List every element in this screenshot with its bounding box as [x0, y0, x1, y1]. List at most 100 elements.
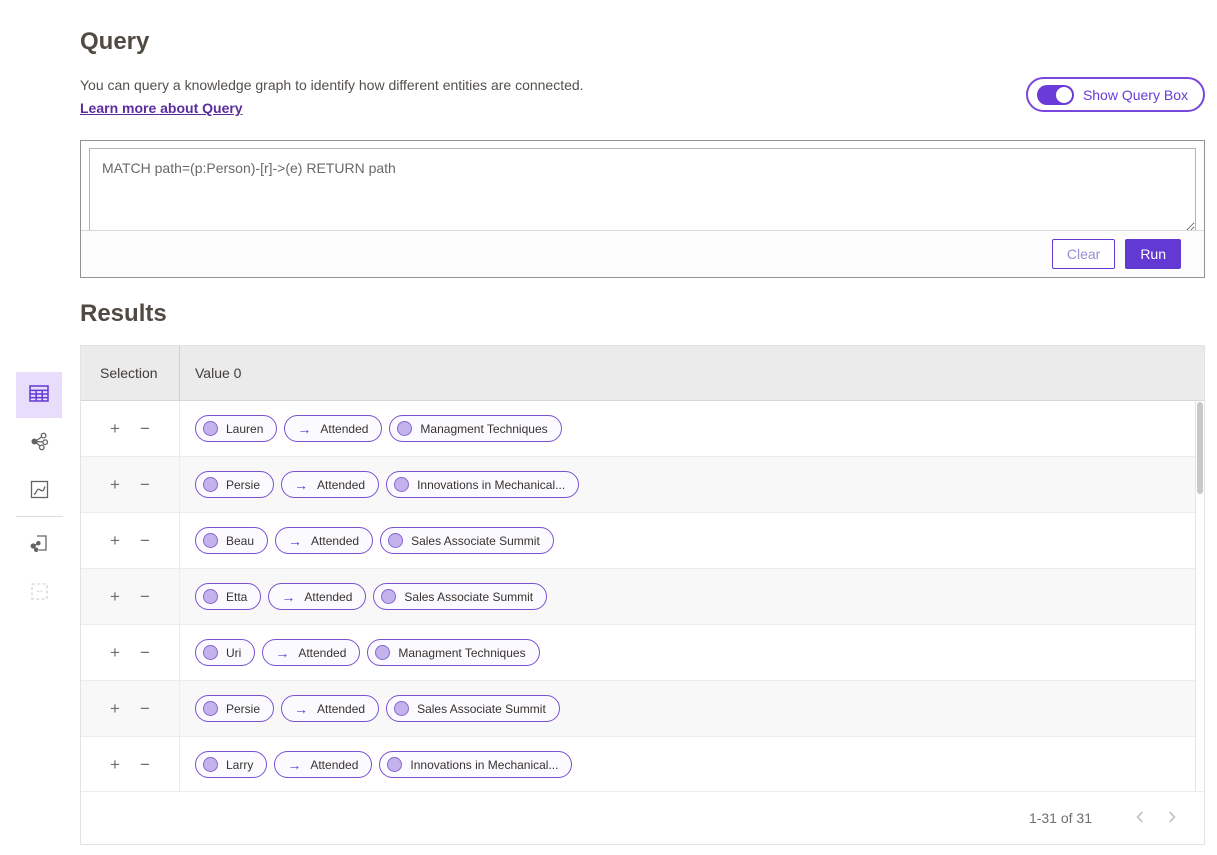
target-node-chip[interactable]: Sales Associate Summit — [386, 695, 560, 722]
selection-cell: + − — [81, 401, 179, 456]
remove-from-selection-button[interactable]: − — [140, 700, 150, 717]
target-node-label: Managment Techniques — [420, 422, 547, 436]
value-cell: Lauren → Attended Managment Techniques — [179, 401, 1195, 456]
arrow-right-icon: → — [275, 646, 289, 660]
edge-label: Attended — [317, 478, 365, 492]
edge-chip[interactable]: → Attended — [268, 583, 366, 610]
selection-cell: + − — [81, 457, 179, 512]
selection-cell: + − — [81, 569, 179, 624]
remove-from-selection-button[interactable]: − — [140, 476, 150, 493]
target-node-chip[interactable]: Managment Techniques — [367, 639, 539, 666]
target-node-chip[interactable]: Sales Associate Summit — [380, 527, 554, 554]
source-node-label: Etta — [226, 590, 247, 604]
page-description: You can query a knowledge graph to ident… — [80, 77, 584, 93]
node-icon — [203, 645, 218, 660]
node-icon — [203, 701, 218, 716]
show-query-box-toggle[interactable]: Show Query Box — [1026, 77, 1205, 112]
source-node-label: Beau — [226, 534, 254, 548]
source-node-chip[interactable]: Persie — [195, 471, 274, 498]
chevron-right-icon — [1167, 810, 1177, 827]
source-node-chip[interactable]: Larry — [195, 751, 267, 778]
edge-label: Attended — [320, 422, 368, 436]
target-node-chip[interactable]: Innovations in Mechanical... — [386, 471, 579, 498]
table-row: + − Uri → Attended Managment Techniques — [81, 625, 1195, 681]
scrollbar-thumb[interactable] — [1197, 402, 1203, 494]
sidebar-divider — [16, 516, 63, 517]
remove-from-selection-button[interactable]: − — [140, 420, 150, 437]
graph-view-button[interactable] — [16, 420, 62, 466]
chart-view-button[interactable] — [16, 468, 62, 514]
selection-cell: + − — [81, 625, 179, 680]
value-cell: Persie → Attended Innovations in Mechani… — [179, 457, 1195, 512]
target-node-label: Innovations in Mechanical... — [417, 478, 565, 492]
edge-chip[interactable]: → Attended — [281, 471, 379, 498]
node-icon — [375, 645, 390, 660]
arrow-right-icon: → — [287, 758, 301, 772]
arrow-right-icon: → — [288, 534, 302, 548]
add-to-selection-button[interactable]: + — [110, 588, 120, 605]
edge-label: Attended — [311, 534, 359, 548]
toggle-switch-icon[interactable] — [1037, 85, 1074, 105]
add-to-selection-button[interactable]: + — [110, 700, 120, 717]
edge-chip[interactable]: → Attended — [281, 695, 379, 722]
table-row: + − Lauren → Attended Managment Techniqu… — [81, 401, 1195, 457]
next-page-button[interactable] — [1156, 810, 1188, 827]
add-to-selection-button[interactable]: + — [110, 756, 120, 773]
target-node-chip[interactable]: Innovations in Mechanical... — [379, 751, 572, 778]
source-node-chip[interactable]: Persie — [195, 695, 274, 722]
node-icon — [381, 589, 396, 604]
pagination-label: 1-31 of 31 — [1029, 810, 1092, 826]
node-icon — [394, 701, 409, 716]
edge-chip[interactable]: → Attended — [275, 527, 373, 554]
node-icon — [203, 589, 218, 604]
arrow-right-icon: → — [297, 422, 311, 436]
source-node-chip[interactable]: Beau — [195, 527, 268, 554]
add-to-selection-button[interactable]: + — [110, 532, 120, 549]
source-node-chip[interactable]: Uri — [195, 639, 255, 666]
node-icon — [397, 421, 412, 436]
remove-from-selection-button[interactable]: − — [140, 588, 150, 605]
target-node-chip[interactable]: Sales Associate Summit — [373, 583, 547, 610]
remove-from-selection-button[interactable]: − — [140, 532, 150, 549]
node-icon — [394, 477, 409, 492]
run-button[interactable]: Run — [1125, 239, 1181, 269]
source-node-label: Persie — [226, 478, 260, 492]
remove-from-selection-button[interactable]: − — [140, 644, 150, 661]
table-body: + − Lauren → Attended Managment Techniqu… — [81, 401, 1195, 791]
graph-snapshot-icon — [29, 534, 49, 556]
edge-label: Attended — [298, 646, 346, 660]
column-header-value: Value 0 — [179, 346, 1204, 400]
target-node-label: Managment Techniques — [398, 646, 525, 660]
node-icon — [203, 757, 218, 772]
export-graph-button[interactable] — [16, 522, 62, 568]
table-header: Selection Value 0 — [81, 346, 1204, 401]
add-to-selection-button[interactable]: + — [110, 420, 120, 437]
edge-chip[interactable]: → Attended — [262, 639, 360, 666]
source-node-label: Lauren — [226, 422, 263, 436]
edge-chip[interactable]: → Attended — [274, 751, 372, 778]
add-to-selection-button[interactable]: + — [110, 644, 120, 661]
target-node-label: Sales Associate Summit — [411, 534, 540, 548]
table-view-button[interactable] — [16, 372, 62, 418]
table-row: + − Persie → Attended Sales Associate Su… — [81, 681, 1195, 737]
target-node-chip[interactable]: Managment Techniques — [389, 415, 561, 442]
clear-button[interactable]: Clear — [1052, 239, 1115, 269]
prev-page-button[interactable] — [1124, 810, 1156, 827]
column-header-selection: Selection — [81, 346, 179, 400]
add-to-selection-button[interactable]: + — [110, 476, 120, 493]
value-cell: Persie → Attended Sales Associate Summit — [179, 681, 1195, 736]
vertical-scrollbar[interactable] — [1195, 401, 1204, 791]
query-input[interactable]: MATCH path=(p:Person)-[r]->(e) RETURN pa… — [89, 148, 1196, 232]
source-node-chip[interactable]: Etta — [195, 583, 261, 610]
remove-from-selection-button[interactable]: − — [140, 756, 150, 773]
page-title: Query — [80, 28, 149, 56]
learn-more-link[interactable]: Learn more about Query — [80, 100, 243, 116]
source-node-label: Persie — [226, 702, 260, 716]
selection-cell: + − — [81, 737, 179, 791]
value-cell: Beau → Attended Sales Associate Summit — [179, 513, 1195, 568]
table-row: + − Larry → Attended Innovations in Mech… — [81, 737, 1195, 791]
edge-chip[interactable]: → Attended — [284, 415, 382, 442]
table-footer: 1-31 of 31 — [81, 791, 1204, 844]
source-node-chip[interactable]: Lauren — [195, 415, 277, 442]
table-row: + − Persie → Attended Innovations in Mec… — [81, 457, 1195, 513]
